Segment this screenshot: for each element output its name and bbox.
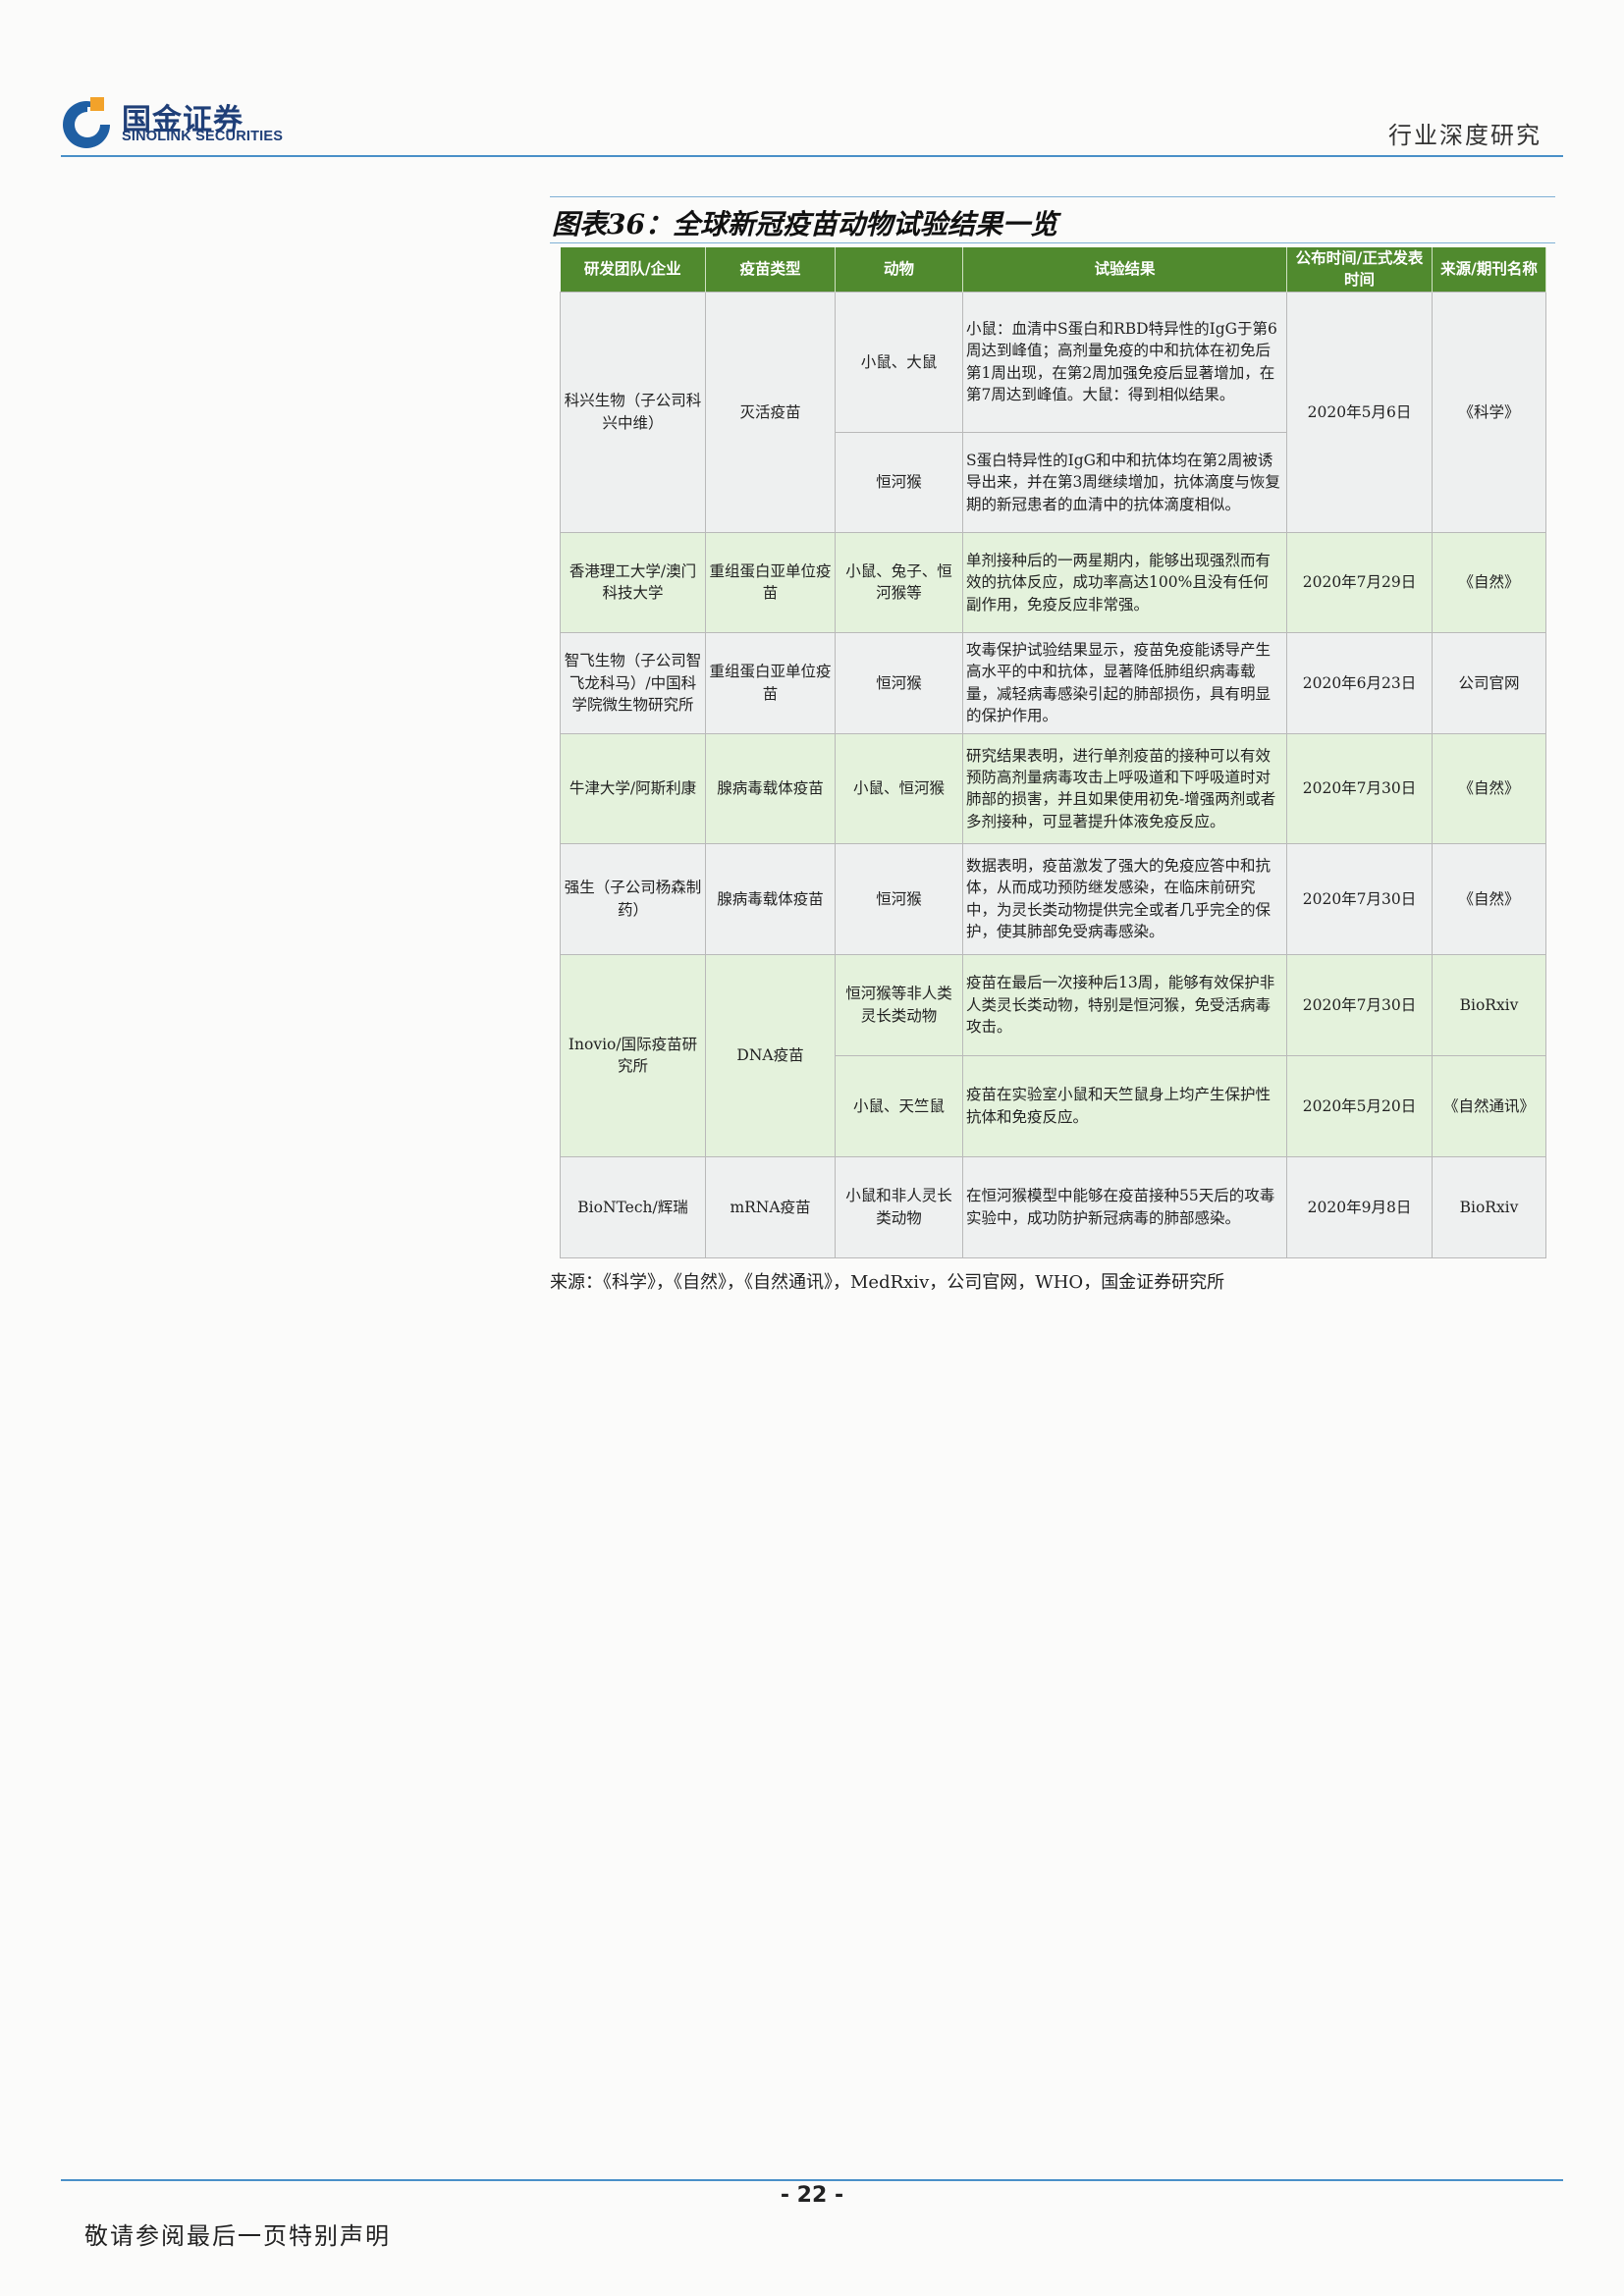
result-cell: 小鼠：血清中S蛋白和RBD特异性的IgG于第6周达到峰值；高剂量免疫的中和抗体在… <box>962 291 1287 433</box>
vaccine-type-cell: DNA疫苗 <box>705 953 836 1157</box>
animal-cell: 小鼠、大鼠 <box>835 291 963 433</box>
animal-cell: 恒河猴 <box>835 631 963 734</box>
vaccine-type-cell: mRNA疫苗 <box>705 1155 836 1258</box>
result-cell: 数据表明，疫苗激发了强大的免疫应答中和抗体，从而成功预防继发感染，在临床前研究中… <box>962 842 1287 955</box>
header-divider <box>61 155 1563 157</box>
result-cell: S蛋白特异性的IgG和中和抗体均在第2周被诱导出来，并在第3周继续增加，抗体滴度… <box>962 431 1287 533</box>
table-row: 强生（子公司杨森制药） 腺病毒载体疫苗 恒河猴 数据表明，疫苗激发了强大的免疫应… <box>560 842 1546 955</box>
report-section-label: 行业深度研究 <box>1388 122 1542 149</box>
column-header: 来源/期刊名称 <box>1432 247 1546 293</box>
logo-mark-icon <box>63 97 114 148</box>
result-cell: 研究结果表明，进行单剂疫苗的接种可以有效预防高剂量病毒攻击上呼吸道和下呼吸道时对… <box>962 732 1287 844</box>
source-cell: 《自然》 <box>1432 531 1546 633</box>
source-cell: BioRxiv <box>1432 1155 1546 1258</box>
result-cell: 在恒河猴模型中能够在疫苗接种55天后的攻毒实验中，成功防护新冠病毒的肺部感染。 <box>962 1155 1287 1258</box>
result-cell: 攻毒保护试验结果显示，疫苗免疫能诱导产生高水平的中和抗体，显著降低肺组织病毒载量… <box>962 631 1287 734</box>
table-row: Inovio/国际疫苗研究所 DNA疫苗 恒河猴等非人类灵长类动物 疫苗在最后一… <box>560 953 1546 1157</box>
column-header: 动物 <box>835 247 963 293</box>
animal-cell: 恒河猴 <box>835 842 963 955</box>
column-header: 疫苗类型 <box>705 247 836 293</box>
date-cell: 2020年7月30日 <box>1286 842 1433 955</box>
table-row: 科兴生物（子公司科兴中维） 灭活疫苗 小鼠、大鼠 小鼠：血清中S蛋白和RBD特异… <box>560 291 1546 533</box>
column-header: 公布时间/正式发表时间 <box>1286 247 1433 293</box>
column-header: 研发团队/企业 <box>560 247 706 293</box>
date-cell: 2020年5月20日 <box>1286 1054 1433 1157</box>
company-cell: BioNTech/辉瑞 <box>560 1155 706 1258</box>
figure-title: 图表36：全球新冠疫苗动物试验结果一览 <box>552 208 1057 240</box>
source-cell: 《自然》 <box>1432 842 1546 955</box>
animal-cell: 恒河猴 <box>835 431 963 533</box>
table-row: 香港理工大学/澳门科技大学 重组蛋白亚单位疫苗 小鼠、兔子、恒河猴等 单剂接种后… <box>560 531 1546 633</box>
source-cell: BioRxiv <box>1432 953 1546 1056</box>
result-cell: 疫苗在实验室小鼠和天竺鼠身上均产生保护性抗体和免疫反应。 <box>962 1054 1287 1157</box>
date-cell: 2020年6月23日 <box>1286 631 1433 734</box>
animal-cell: 小鼠、天竺鼠 <box>835 1054 963 1157</box>
footer-divider <box>61 2179 1563 2181</box>
company-cell: 香港理工大学/澳门科技大学 <box>560 531 706 633</box>
company-cell: 科兴生物（子公司科兴中维） <box>560 291 706 533</box>
animal-cell: 恒河猴等非人类灵长类动物 <box>835 953 963 1056</box>
vaccine-type-cell: 腺病毒载体疫苗 <box>705 842 836 955</box>
vaccine-type-cell: 重组蛋白亚单位疫苗 <box>705 631 836 734</box>
column-header: 试验结果 <box>962 247 1287 293</box>
company-cell: 牛津大学/阿斯利康 <box>560 732 706 844</box>
source-cell: 《自然通讯》 <box>1432 1054 1546 1157</box>
company-cell: 强生（子公司杨森制药） <box>560 842 706 955</box>
vaccine-type-cell: 重组蛋白亚单位疫苗 <box>705 531 836 633</box>
result-cell: 疫苗在最后一次接种后13周，能够有效保护非人类灵长类动物，特别是恒河猴，免受活病… <box>962 953 1287 1056</box>
vaccine-type-cell: 灭活疫苗 <box>705 291 836 533</box>
table-row: 牛津大学/阿斯利康 腺病毒载体疫苗 小鼠、恒河猴 研究结果表明，进行单剂疫苗的接… <box>560 732 1546 844</box>
table-row: 智飞生物（子公司智飞龙科马）/中国科学院微生物研究所 重组蛋白亚单位疫苗 恒河猴… <box>560 631 1546 734</box>
company-cell: Inovio/国际疫苗研究所 <box>560 953 706 1157</box>
company-logo: 国金证券 SINOLINK SECURITIES <box>61 93 297 150</box>
table-row: BioNTech/辉瑞 mRNA疫苗 小鼠和非人灵长类动物 在恒河猴模型中能够在… <box>560 1155 1546 1258</box>
figure-title-bar: 图表36：全球新冠疫苗动物试验结果一览 <box>550 196 1555 243</box>
page-number: - 22 - <box>780 2183 844 2208</box>
date-cell: 2020年7月29日 <box>1286 531 1433 633</box>
date-cell: 2020年5月6日 <box>1286 291 1433 533</box>
disclaimer-note: 敬请参阅最后一页特别声明 <box>84 2222 391 2250</box>
vaccine-type-cell: 腺病毒载体疫苗 <box>705 732 836 844</box>
vaccine-trial-table: 研发团队/企业 疫苗类型 动物 试验结果 公布时间/正式发表时间 来源/期刊名称… <box>560 247 1546 1258</box>
animal-cell: 小鼠、恒河猴 <box>835 732 963 844</box>
company-cell: 智飞生物（子公司智飞龙科马）/中国科学院微生物研究所 <box>560 631 706 734</box>
source-cell: 《科学》 <box>1432 291 1546 533</box>
source-cell: 《自然》 <box>1432 732 1546 844</box>
date-cell: 2020年7月30日 <box>1286 953 1433 1056</box>
date-cell: 2020年7月30日 <box>1286 732 1433 844</box>
figure-source-note: 来源：《科学》，《自然》，《自然通讯》，MedRxiv，公司官网，WHO，国金证… <box>550 1272 1225 1293</box>
animal-cell: 小鼠和非人灵长类动物 <box>835 1155 963 1258</box>
date-cell: 2020年9月8日 <box>1286 1155 1433 1258</box>
table-header-row: 研发团队/企业 疫苗类型 动物 试验结果 公布时间/正式发表时间 来源/期刊名称 <box>560 247 1546 293</box>
logo-text-en: SINOLINK SECURITIES <box>122 129 284 144</box>
result-cell: 单剂接种后的一两星期内，能够出现强烈而有效的抗体反应，成功率高达100%且没有任… <box>962 531 1287 633</box>
animal-cell: 小鼠、兔子、恒河猴等 <box>835 531 963 633</box>
source-cell: 公司官网 <box>1432 631 1546 734</box>
